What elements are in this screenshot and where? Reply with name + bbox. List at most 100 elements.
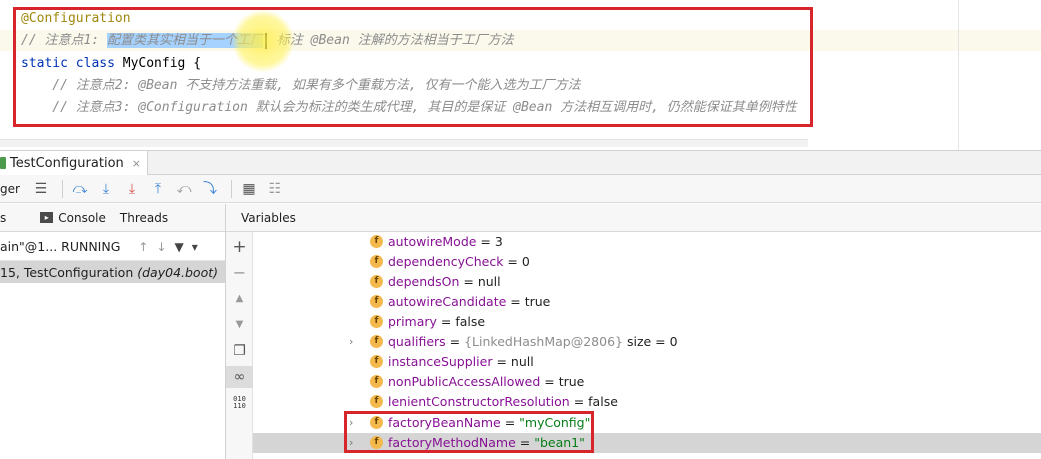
code-line-comment-1: // 注意点1: 配置类其实相当于一个工厂 标注 @Bean 注解的方法相当于工… xyxy=(21,31,514,51)
variable-value: true xyxy=(558,374,585,389)
toolbar-separator xyxy=(230,179,232,198)
step-out-icon[interactable]: ⤒ xyxy=(147,178,169,200)
comment-prefix: // 注意点1: xyxy=(21,33,107,48)
equals-sign: = xyxy=(445,334,465,349)
field-icon: f xyxy=(370,355,383,368)
equals-sign: = xyxy=(540,374,559,389)
field-icon: f xyxy=(370,275,383,288)
evaluate-expression-icon[interactable]: ▦ xyxy=(238,178,260,200)
stack-frame-row[interactable]: 15, TestConfiguration (day04.boot) xyxy=(0,261,225,283)
variable-row[interactable]: f nonPublicAccessAllowed = true xyxy=(253,372,1041,392)
variables-side-toolbar: + − ▲ ▼ ❐ ∞ 010 110 xyxy=(226,232,253,459)
run-tab-test-configuration[interactable]: TestConfiguration × xyxy=(0,151,148,175)
step-into-icon[interactable]: ⤓ xyxy=(95,178,117,200)
filter-icon[interactable]: ▼ xyxy=(175,240,184,254)
horizontal-scrollbar[interactable] xyxy=(0,139,808,147)
equals-sign: = xyxy=(569,394,589,409)
move-up-icon[interactable]: ▲ xyxy=(226,288,253,310)
variable-row[interactable]: f autowireMode = 3 xyxy=(253,232,1041,252)
equals-sign: = xyxy=(436,314,456,329)
tool-window-tab-strip: TestConfiguration × xyxy=(0,150,1041,175)
code-line-annotation: @Configuration xyxy=(21,11,131,26)
arrow-up-icon[interactable]: ↑ xyxy=(138,240,148,254)
variable-row[interactable]: f instanceSupplier = null xyxy=(253,352,1041,372)
glasses-icon[interactable]: ∞ xyxy=(226,366,253,388)
add-watch-icon[interactable]: + xyxy=(226,236,253,258)
layout-menu-icon[interactable]: ☰ xyxy=(30,178,52,200)
equals-sign: = xyxy=(476,234,495,249)
step-over-icon[interactable]: ⤼ xyxy=(69,178,91,200)
debugger-subtabs: s ▸ Console Threads xyxy=(0,204,225,232)
code-line-comment-3: // 注意点3: @Configuration 默认会为标注的类生成代理, 其目… xyxy=(21,100,797,115)
text-cursor xyxy=(264,32,267,49)
variable-name: factoryMethodName xyxy=(388,435,516,450)
variable-value: null xyxy=(510,354,534,369)
arrow-down-icon[interactable]: ↓ xyxy=(156,240,166,254)
variable-row[interactable]: f dependsOn = null xyxy=(253,272,1041,292)
field-icon: f xyxy=(370,436,383,449)
debugger-label[interactable]: ger xyxy=(0,182,20,196)
variable-row-factory-method-name[interactable]: › f factoryMethodName = "bean1" xyxy=(253,433,1041,453)
variable-name: factoryBeanName xyxy=(388,415,501,430)
expand-icon[interactable]: › xyxy=(349,416,353,429)
binary-icon[interactable]: 010 110 xyxy=(226,392,253,414)
chevron-down-icon[interactable]: ▾ xyxy=(192,240,198,254)
equals-sign: = xyxy=(459,274,478,289)
variable-row[interactable]: f primary = false xyxy=(253,312,1041,332)
run-tab-label: TestConfiguration xyxy=(10,155,124,171)
field-icon: f xyxy=(370,375,383,388)
drop-frame-icon[interactable]: ⤺ xyxy=(173,178,195,200)
variable-name: autowireMode xyxy=(388,234,477,249)
field-icon: f xyxy=(370,255,383,268)
selected-text: 配置类其实相当于一个工厂 xyxy=(106,33,263,48)
close-icon[interactable]: × xyxy=(132,157,141,170)
toolbar-separator xyxy=(61,179,63,198)
copy-icon[interactable]: ❐ xyxy=(226,340,253,362)
variable-value: "bean1" xyxy=(534,435,585,450)
equals-sign: = xyxy=(506,294,525,309)
variable-row-factory-bean-name[interactable]: › f factoryBeanName = "myConfig" xyxy=(253,413,1041,433)
tab-console-label: Console xyxy=(58,210,106,225)
force-step-into-icon[interactable]: ⤓ xyxy=(121,178,143,200)
remove-watch-icon[interactable]: − xyxy=(226,262,253,284)
tab-frames[interactable]: s xyxy=(0,211,6,225)
variable-value: null xyxy=(477,274,501,289)
tab-console[interactable]: ▸ Console xyxy=(40,211,106,225)
variable-row[interactable]: › f qualifiers = {LinkedHashMap@2806} si… xyxy=(253,332,1041,352)
run-to-cursor-icon[interactable]: ⤵ xyxy=(199,178,221,200)
field-icon: f xyxy=(370,416,383,429)
variable-value: 3 xyxy=(494,234,503,249)
variables-tree[interactable]: f autowireMode = 3 f dependencyCheck = 0… xyxy=(253,232,1041,459)
expand-icon[interactable]: › xyxy=(349,335,353,348)
variable-row[interactable]: f dependencyCheck = 0 xyxy=(253,252,1041,272)
variable-name: qualifiers xyxy=(388,334,446,349)
code-line-comment-2: // 注意点2: @Bean 不支持方法重载, 如果有多个重载方法, 仅有一个能… xyxy=(21,78,581,93)
thread-selector-bar: ain"@1... RUNNING ↑ ↓ ▼ ▾ xyxy=(0,233,225,261)
variable-name: instanceSupplier xyxy=(388,354,493,369)
field-icon: f xyxy=(370,335,383,348)
keyword-static-class: static class xyxy=(21,56,123,71)
field-icon: f xyxy=(370,235,383,248)
code-editor[interactable]: @Configuration // 注意点1: 配置类其实相当于一个工厂 标注 … xyxy=(0,0,1041,150)
variable-value: false xyxy=(455,314,486,329)
thread-dropdown[interactable]: ain"@1... RUNNING xyxy=(0,239,120,254)
field-icon: f xyxy=(370,315,383,328)
right-margin-guide xyxy=(958,0,959,150)
variable-value: true xyxy=(524,294,551,309)
variable-ref: {LinkedHashMap@2806} xyxy=(464,334,623,349)
trace-stream-icon[interactable]: ☷ xyxy=(264,178,286,200)
variable-value: size = 0 xyxy=(622,334,678,349)
console-icon: ▸ xyxy=(40,212,54,223)
tab-threads[interactable]: Threads xyxy=(120,211,168,225)
frame-location: 15, TestConfiguration xyxy=(0,264,134,280)
variable-row[interactable]: f autowireCandidate = true xyxy=(253,292,1041,312)
equals-sign: = xyxy=(503,254,522,269)
move-down-icon[interactable]: ▼ xyxy=(226,314,253,336)
variable-row[interactable]: f lenientConstructorResolution = false xyxy=(253,392,1041,412)
tab-variables[interactable]: Variables xyxy=(241,211,296,225)
variable-name: dependencyCheck xyxy=(388,254,504,269)
class-name: MyConfig { xyxy=(122,56,202,71)
variable-name: dependsOn xyxy=(388,274,460,289)
variable-value: 0 xyxy=(521,254,530,269)
expand-icon[interactable]: › xyxy=(349,436,353,449)
